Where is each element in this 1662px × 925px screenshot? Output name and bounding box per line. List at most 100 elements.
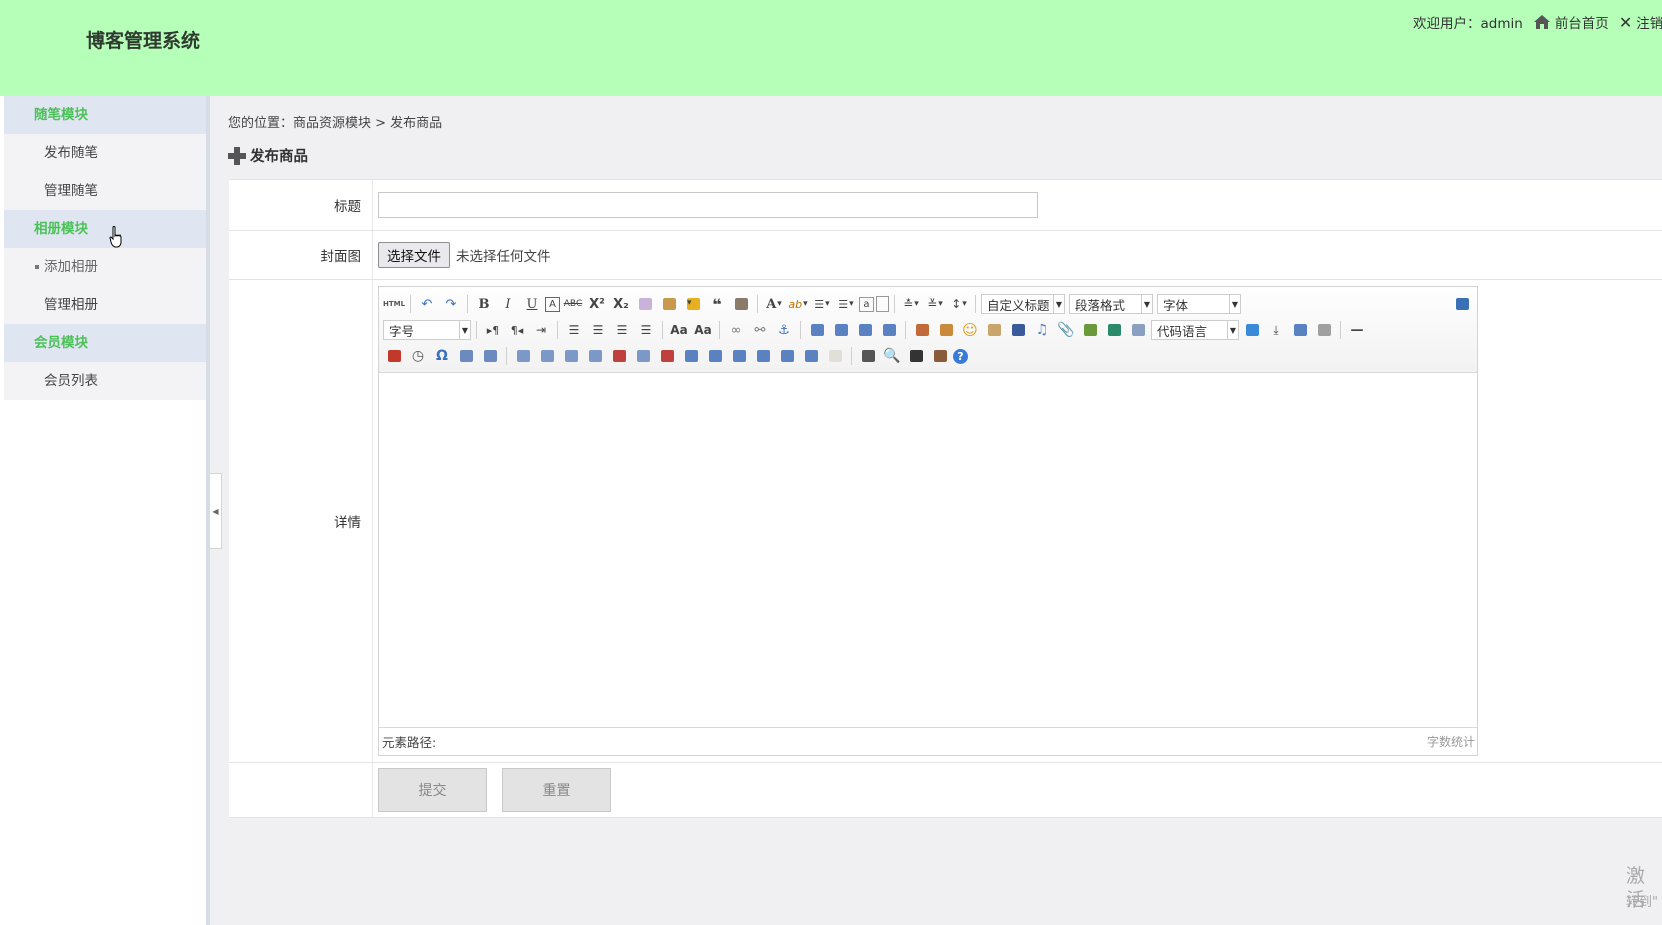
- font-size-select[interactable]: 字号 ▼: [383, 320, 471, 340]
- help-icon[interactable]: ?: [953, 348, 968, 364]
- submit-button[interactable]: 提交: [378, 768, 487, 812]
- insert-frame-icon[interactable]: [1127, 319, 1149, 341]
- special-char-icon[interactable]: Ω: [431, 345, 453, 367]
- delete-table-icon[interactable]: [536, 345, 558, 367]
- align-justify-icon[interactable]: ☰: [635, 319, 657, 341]
- superscript-icon[interactable]: X²: [586, 293, 608, 315]
- eraser-icon[interactable]: [634, 293, 656, 315]
- format-painter-icon[interactable]: [658, 293, 680, 315]
- sidebar-item-add-album[interactable]: 添加相册: [4, 248, 206, 286]
- rtl-icon[interactable]: ¶◂: [506, 319, 528, 341]
- underline-icon[interactable]: U: [521, 293, 543, 315]
- insert-video-icon[interactable]: [1007, 319, 1029, 341]
- time-icon[interactable]: ◷: [407, 345, 429, 367]
- indent-icon[interactable]: ⇥: [530, 319, 552, 341]
- pagebreak-icon[interactable]: ⤓: [1265, 319, 1287, 341]
- delete-col-icon[interactable]: [656, 345, 678, 367]
- unordered-list-icon[interactable]: ☰: [835, 293, 857, 315]
- image-center-icon[interactable]: [878, 319, 900, 341]
- simple-upload-icon[interactable]: [911, 319, 933, 341]
- line-height-icon[interactable]: ↕: [948, 293, 970, 315]
- delete-row-icon[interactable]: [608, 345, 630, 367]
- search-replace-icon[interactable]: [479, 345, 501, 367]
- split-to-cells-icon[interactable]: [752, 345, 774, 367]
- split-to-rows-icon[interactable]: [776, 345, 798, 367]
- sidebar-item-manage-album[interactable]: 管理相册: [4, 286, 206, 324]
- insert-image-icon[interactable]: [935, 319, 957, 341]
- map-icon[interactable]: [1079, 319, 1101, 341]
- find-icon[interactable]: [905, 345, 927, 367]
- reset-button[interactable]: 重置: [502, 768, 611, 812]
- logout-link[interactable]: 注销: [1636, 12, 1662, 32]
- align-center-icon[interactable]: ☰: [587, 319, 609, 341]
- horizontal-rule-icon[interactable]: —: [1346, 319, 1368, 341]
- sidebar-group-album[interactable]: 相册模块: [4, 210, 206, 248]
- ordered-list-icon[interactable]: ☰: [811, 293, 833, 315]
- sidebar-item-publish-essay[interactable]: 发布随笔: [4, 134, 206, 172]
- choose-file-button[interactable]: 选择文件: [378, 242, 450, 268]
- fullscreen-icon[interactable]: [1451, 293, 1473, 315]
- custom-heading-select[interactable]: 自定义标题 ▼: [981, 294, 1065, 314]
- sidebar-group-essay[interactable]: 随笔模块: [4, 96, 206, 134]
- subscript-icon[interactable]: X₂: [610, 293, 632, 315]
- date-icon[interactable]: [383, 345, 405, 367]
- font-family-select[interactable]: 字体 ▼: [1157, 294, 1241, 314]
- anchor-icon[interactable]: ⚓: [773, 319, 795, 341]
- paragraph-format-select[interactable]: 段落格式 ▼: [1069, 294, 1153, 314]
- insert-table-icon[interactable]: [512, 345, 534, 367]
- preview-icon[interactable]: 🔍: [881, 345, 903, 367]
- sidebar-item-member-list[interactable]: 会员列表: [4, 362, 206, 400]
- row-spacing-bottom-icon[interactable]: ≚: [924, 293, 946, 315]
- insert-row-icon[interactable]: [584, 345, 606, 367]
- uppercase-icon[interactable]: Aa: [668, 319, 690, 341]
- strikethrough-icon[interactable]: ABC: [562, 293, 584, 315]
- anchor-text-icon[interactable]: a: [859, 296, 874, 312]
- font-border-icon[interactable]: A: [545, 296, 560, 312]
- align-left-icon[interactable]: ☰: [563, 319, 585, 341]
- gmap-icon[interactable]: [1103, 319, 1125, 341]
- template-icon[interactable]: [1289, 319, 1311, 341]
- html-source-button[interactable]: HTML: [383, 293, 405, 315]
- sidebar-group-member[interactable]: 会员模块: [4, 324, 206, 362]
- background-icon[interactable]: [1313, 319, 1335, 341]
- row-spacing-top-icon[interactable]: ≛: [900, 293, 922, 315]
- split-to-cols-icon[interactable]: [800, 345, 822, 367]
- music-icon[interactable]: ♫: [1031, 319, 1053, 341]
- sidebar-item-manage-essay[interactable]: 管理随笔: [4, 172, 206, 210]
- ltr-icon[interactable]: ▸¶: [482, 319, 504, 341]
- code-language-select[interactable]: 代码语言 ▼: [1151, 320, 1239, 340]
- title-input[interactable]: [378, 192, 1038, 218]
- webapp-icon[interactable]: [1241, 319, 1263, 341]
- emotion-icon[interactable]: ☺: [959, 319, 981, 341]
- insert-col-icon[interactable]: [632, 345, 654, 367]
- merge-down-icon[interactable]: [728, 345, 750, 367]
- print-icon[interactable]: [857, 345, 879, 367]
- attachment-icon[interactable]: 📎: [1055, 319, 1077, 341]
- merge-right-icon[interactable]: [704, 345, 726, 367]
- background-color-icon[interactable]: ab: [787, 293, 809, 315]
- redo-icon[interactable]: ↷: [440, 293, 462, 315]
- italic-icon[interactable]: I: [497, 293, 519, 315]
- align-right-icon[interactable]: ☰: [611, 319, 633, 341]
- charts-icon[interactable]: [824, 345, 846, 367]
- drafts-icon[interactable]: [929, 345, 951, 367]
- lowercase-icon[interactable]: Aa: [692, 319, 714, 341]
- image-none-icon[interactable]: [806, 319, 828, 341]
- merge-cells-icon[interactable]: [680, 345, 702, 367]
- undo-icon[interactable]: ↶: [416, 293, 438, 315]
- editor-content-area[interactable]: [379, 373, 1477, 727]
- bold-icon[interactable]: B: [473, 293, 495, 315]
- font-color-icon[interactable]: A: [763, 293, 785, 315]
- link-icon[interactable]: ∞: [725, 319, 747, 341]
- sidebar-collapse-handle[interactable]: ◀: [210, 473, 222, 549]
- insert-paragraph-before-table-icon[interactable]: [560, 345, 582, 367]
- blank-page-icon[interactable]: [876, 296, 889, 312]
- paste-plain-icon[interactable]: [730, 293, 752, 315]
- home-link[interactable]: 前台首页: [1555, 12, 1609, 32]
- scrawl-icon[interactable]: [983, 319, 1005, 341]
- image-right-icon[interactable]: [854, 319, 876, 341]
- image-left-icon[interactable]: [830, 319, 852, 341]
- unlink-icon[interactable]: ⚯: [749, 319, 771, 341]
- magic-wand-icon[interactable]: [682, 293, 704, 315]
- blockquote-icon[interactable]: ❝: [706, 293, 728, 315]
